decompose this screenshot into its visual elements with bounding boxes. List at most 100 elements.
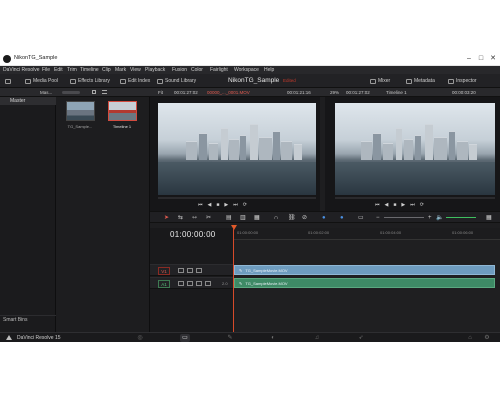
- menu-davinci[interactable]: DaVinci Resolve: [3, 68, 40, 73]
- volume-slider[interactable]: [446, 217, 476, 218]
- menu-timeline[interactable]: Timeline: [80, 68, 99, 73]
- deliver-page-icon[interactable]: ➶: [356, 334, 366, 342]
- snapping-icon[interactable]: ∩: [274, 215, 278, 221]
- audio-meter-icon[interactable]: ▦: [486, 215, 492, 221]
- media-item-clip[interactable]: TG_Sample...: [66, 101, 97, 129]
- zoom-in-icon[interactable]: +: [428, 215, 432, 221]
- ruler-tick-label: 01:00:02:00: [308, 230, 330, 235]
- menu-trim[interactable]: Trim: [67, 68, 77, 73]
- source-duration: 00:01:21:16: [287, 89, 311, 95]
- flag-icon[interactable]: ●: [322, 215, 326, 221]
- marker-icon[interactable]: ●: [340, 215, 344, 221]
- ruler-tick-label: 01:00:06:00: [452, 230, 474, 235]
- mute-icon[interactable]: [205, 281, 211, 286]
- menu-fusion[interactable]: Fusion: [172, 68, 187, 73]
- skip-start-icon[interactable]: ⏮: [198, 202, 203, 208]
- maximize-icon[interactable]: □: [476, 55, 486, 63]
- mixer-button[interactable]: Mixer: [370, 74, 390, 88]
- speaker-icon[interactable]: 🔈: [436, 215, 443, 221]
- zoom-slider[interactable]: [384, 217, 424, 218]
- source-frame[interactable]: [158, 103, 316, 195]
- lock-track-icon[interactable]: [178, 281, 184, 286]
- skip-end-icon[interactable]: ⏭: [410, 202, 415, 208]
- auto-select-icon[interactable]: [187, 281, 193, 286]
- step-back-icon[interactable]: ◀: [208, 202, 212, 208]
- menu-fairlight[interactable]: Fairlight: [210, 68, 228, 73]
- inspector-button[interactable]: Inspector: [448, 74, 477, 88]
- media-page-icon[interactable]: ◎: [135, 334, 145, 342]
- media-item-timeline[interactable]: Timeline 1: [108, 101, 139, 129]
- metadata-button[interactable]: Metadata: [406, 74, 435, 88]
- fairlight-page-icon[interactable]: ♫: [312, 334, 322, 342]
- menu-playback[interactable]: Playback: [145, 68, 165, 73]
- replace-clip-icon[interactable]: ▦: [254, 215, 260, 221]
- trim-tool-icon[interactable]: ⇆: [178, 215, 183, 221]
- timeline-viewer-zoom[interactable]: 29%: [330, 90, 339, 96]
- list-view-icon[interactable]: [102, 90, 107, 94]
- source-clip-name[interactable]: 00000_..._0001.MOV: [207, 90, 250, 96]
- overwrite-clip-icon[interactable]: ▥: [240, 215, 246, 221]
- close-icon[interactable]: ✕: [488, 55, 498, 63]
- source-scrub-bar[interactable]: [158, 197, 316, 199]
- timeline-viewer: ⏮ ◀ ■ ▶ ⏭ ⟳: [325, 97, 500, 211]
- effects-library-button[interactable]: Effects Library: [70, 74, 110, 88]
- lock-track-icon[interactable]: [178, 268, 184, 273]
- position-lock-icon[interactable]: ⊘: [302, 215, 307, 221]
- bin-path[interactable]: Mas...: [40, 90, 52, 96]
- video-enable-icon[interactable]: [196, 268, 202, 273]
- audio-clip[interactable]: ✎ TG_SampleMovie.MOV: [234, 278, 495, 288]
- skip-start-icon[interactable]: ⏮: [375, 202, 380, 208]
- toolbar-icon[interactable]: [5, 74, 11, 88]
- minimize-icon[interactable]: –: [464, 55, 474, 63]
- mixer-label: Mixer: [378, 78, 391, 84]
- video-clip[interactable]: ✎ TG_SampleMovie.MOV: [234, 265, 495, 275]
- menu-clip[interactable]: Clip: [102, 68, 111, 73]
- menu-file[interactable]: File: [42, 68, 50, 73]
- menu-color[interactable]: Color: [191, 68, 203, 73]
- color-page-icon[interactable]: ◐: [268, 334, 278, 342]
- timeline-name[interactable]: Timeline 1: [386, 90, 407, 96]
- solo-icon[interactable]: [196, 281, 202, 286]
- playhead-handle[interactable]: [231, 225, 237, 230]
- play-icon[interactable]: ▶: [401, 202, 405, 208]
- timeline-scrub-bar[interactable]: [335, 197, 495, 199]
- menu-workspace[interactable]: Workspace: [234, 68, 259, 73]
- insert-clip-icon[interactable]: ▤: [226, 215, 232, 221]
- dynamic-trim-icon[interactable]: ⇿: [192, 215, 197, 221]
- audio-track-id[interactable]: A1: [158, 280, 170, 288]
- track-header-audio: A1 2.0: [150, 277, 233, 289]
- menu-view[interactable]: View: [130, 68, 141, 73]
- media-pool-button[interactable]: Media Pool: [25, 74, 58, 88]
- edit-index-button[interactable]: Edit Index: [120, 74, 150, 88]
- selection-tool-icon[interactable]: ➤: [164, 215, 169, 221]
- zoom-out-icon[interactable]: −: [376, 215, 380, 221]
- linked-selection-icon[interactable]: ⛓: [288, 215, 296, 221]
- smart-bins[interactable]: Smart Bins: [0, 315, 56, 323]
- loop-icon[interactable]: ⟳: [243, 202, 247, 208]
- blade-tool-icon[interactable]: ✂: [206, 215, 211, 221]
- edit-page-icon[interactable]: ▭: [180, 334, 190, 342]
- zoom-full-icon[interactable]: ▭: [358, 215, 364, 221]
- play-icon[interactable]: ▶: [224, 202, 228, 208]
- thumbnail-size-slider[interactable]: [62, 91, 80, 94]
- settings-gear-icon[interactable]: ⚙: [482, 334, 492, 342]
- home-icon[interactable]: ⌂: [465, 334, 475, 342]
- skip-end-icon[interactable]: ⏭: [233, 202, 238, 208]
- inspector-icon: [448, 78, 454, 84]
- fusion-page-icon[interactable]: ✎: [225, 334, 235, 342]
- bin-master[interactable]: Master: [0, 97, 56, 105]
- sound-library-button[interactable]: Sound Library: [157, 74, 196, 88]
- menu-mark[interactable]: Mark: [115, 68, 126, 73]
- menu-edit[interactable]: Edit: [54, 68, 63, 73]
- loop-icon[interactable]: ⟳: [420, 202, 424, 208]
- timeline-ruler[interactable]: 01:00:00:00 01:00:02:00 01:00:04:00 01:0…: [233, 228, 500, 240]
- menu-help[interactable]: Help: [264, 68, 274, 73]
- stop-icon[interactable]: ■: [393, 202, 396, 208]
- source-zoom-fit[interactable]: Fit: [158, 90, 163, 96]
- grid-view-icon[interactable]: [92, 90, 96, 94]
- stop-icon[interactable]: ■: [216, 202, 219, 208]
- step-back-icon[interactable]: ◀: [385, 202, 389, 208]
- timeline-frame[interactable]: [335, 103, 495, 195]
- video-track-id[interactable]: V1: [158, 267, 170, 275]
- auto-select-icon[interactable]: [187, 268, 193, 273]
